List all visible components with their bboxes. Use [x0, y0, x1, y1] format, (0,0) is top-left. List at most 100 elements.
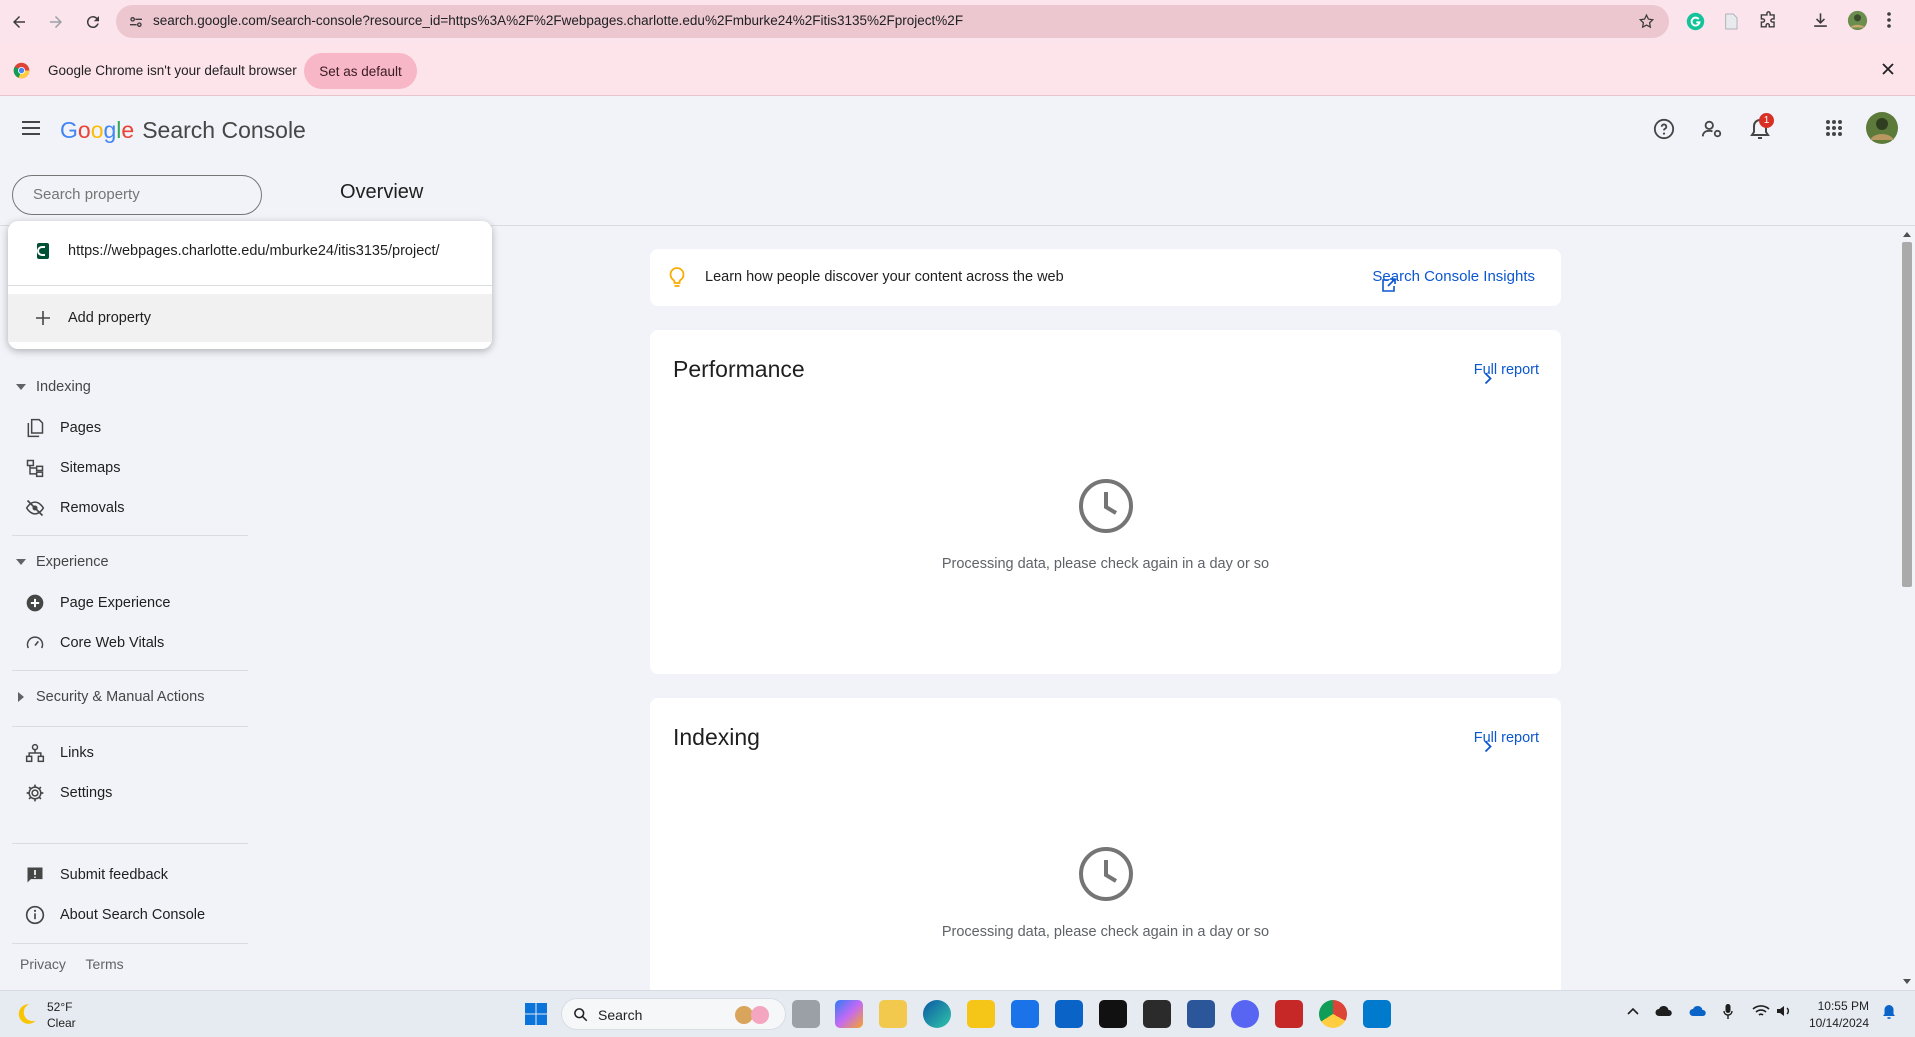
google-apps-grid-icon[interactable] — [1825, 119, 1843, 137]
address-bar[interactable]: search.google.com/search-console?resourc… — [116, 5, 1669, 38]
sidebar-item-page-experience[interactable]: Page Experience — [24, 585, 170, 621]
property-favicon-icon — [36, 243, 50, 259]
document-extension-icon[interactable] — [1722, 12, 1740, 31]
account-avatar[interactable] — [1866, 112, 1898, 144]
pages-icon — [24, 417, 46, 439]
sidebar-divider — [12, 726, 248, 727]
search-property-box[interactable] — [12, 175, 262, 215]
sidebar-item-core-web-vitals[interactable]: Core Web Vitals — [24, 625, 164, 661]
sidebar-section-security[interactable]: Security & Manual Actions — [14, 689, 204, 705]
sidebar-section-experience[interactable]: Experience — [14, 554, 109, 570]
app-lightning-icon[interactable] — [1143, 1000, 1171, 1028]
weather-moon-icon[interactable] — [13, 1001, 39, 1027]
weather-temperature[interactable]: 52°F — [47, 1000, 72, 1014]
amazon-icon[interactable] — [1099, 1000, 1127, 1028]
forward-button[interactable] — [38, 4, 74, 40]
scroll-down-arrow-icon[interactable] — [1903, 979, 1911, 985]
onedrive-sync-icon[interactable] — [1689, 1005, 1707, 1019]
sitemaps-icon — [24, 457, 46, 479]
feedback-icon — [24, 864, 46, 886]
volume-icon[interactable] — [1776, 1004, 1792, 1018]
scroll-thumb[interactable] — [1902, 242, 1912, 587]
insights-banner: Learn how people discover your content a… — [650, 249, 1561, 306]
discord-icon[interactable] — [1231, 1000, 1259, 1028]
infobar-message: Google Chrome isn't your default browser — [48, 63, 297, 78]
performance-processing-message: Processing data, please check again in a… — [941, 556, 1270, 572]
chrome-taskbar-icon[interactable] — [1319, 1000, 1347, 1028]
profile-avatar-icon[interactable] — [1847, 10, 1868, 31]
file-explorer-icon[interactable] — [967, 1000, 995, 1028]
terms-link[interactable]: Terms — [86, 956, 124, 972]
sidebar-item-sitemaps[interactable]: Sitemaps — [24, 450, 120, 486]
links-icon — [24, 742, 46, 764]
sidebar-item-submit-feedback[interactable]: Submit feedback — [24, 857, 168, 893]
close-infobar-icon[interactable] — [1881, 62, 1895, 76]
vscode-icon[interactable] — [1363, 1000, 1391, 1028]
caret-down-icon — [16, 384, 26, 390]
onedrive-cloud-icon[interactable] — [1655, 1005, 1673, 1017]
chrome-menu-icon[interactable] — [1886, 11, 1892, 29]
file-explorer-home-icon[interactable] — [879, 1000, 907, 1028]
caret-down-icon — [16, 559, 26, 565]
lightbulb-icon — [669, 267, 685, 289]
user-settings-icon[interactable] — [1701, 118, 1723, 140]
chevron-right-icon — [1484, 372, 1492, 385]
page-title: Overview — [340, 181, 424, 203]
edge-browser-icon[interactable] — [923, 1000, 951, 1028]
downloads-icon[interactable] — [1811, 11, 1830, 30]
weather-condition[interactable]: Clear — [47, 1016, 76, 1030]
product-name: Search Console — [142, 117, 306, 143]
reload-button[interactable] — [75, 4, 111, 40]
chevron-right-icon — [1484, 740, 1492, 753]
gauge-icon — [24, 632, 46, 654]
task-view-icon[interactable] — [792, 1000, 820, 1028]
taskbar-date[interactable]: 10/14/2024 — [1809, 1016, 1869, 1030]
scroll-up-arrow-icon[interactable] — [1903, 231, 1911, 237]
sidebar-item-pages[interactable]: Pages — [24, 410, 101, 446]
taskbar-time[interactable]: 10:55 PM — [1818, 999, 1869, 1013]
outlook-icon[interactable] — [1055, 1000, 1083, 1028]
sidebar-item-about[interactable]: About Search Console — [24, 897, 205, 933]
search-property-input[interactable] — [33, 186, 243, 203]
app-header: GoogleSearch Console 1 Overview — [0, 97, 1915, 222]
sidebar-divider — [12, 843, 248, 844]
extensions-puzzle-icon[interactable] — [1759, 11, 1778, 30]
google-search-console-logo[interactable]: Google Search Console — [60, 117, 306, 144]
performance-full-report-link[interactable]: Full report — [1474, 362, 1539, 385]
copilot-icon[interactable] — [835, 1000, 863, 1028]
notification-center-bell-icon[interactable] — [1882, 1004, 1896, 1021]
taskbar-search-box[interactable]: Search — [561, 998, 786, 1030]
indexing-full-report-link[interactable]: Full report — [1474, 730, 1539, 753]
wifi-icon[interactable] — [1752, 1004, 1770, 1018]
search-console-insights-link[interactable]: Search Console Insights — [1372, 268, 1535, 292]
voicemeeter-icon[interactable] — [1275, 1000, 1303, 1028]
sidebar-item-removals[interactable]: Removals — [24, 490, 124, 526]
bookmark-star-icon[interactable] — [1638, 13, 1655, 30]
sidebar-section-indexing[interactable]: Indexing — [14, 379, 91, 395]
caret-right-icon — [18, 692, 24, 702]
chrome-logo-icon — [13, 62, 30, 79]
sidebar-item-links[interactable]: Links — [24, 735, 94, 771]
grammarly-extension-icon[interactable] — [1686, 12, 1705, 31]
set-as-default-button[interactable]: Set as default — [304, 53, 417, 89]
indexing-card: Indexing Full report Processing data, pl… — [650, 698, 1561, 998]
indexing-processing-message: Processing data, please check again in a… — [941, 924, 1270, 940]
add-property-label: Add property — [68, 310, 152, 326]
add-property-button[interactable]: Add property — [8, 294, 492, 342]
show-hidden-icons-chevron-icon[interactable] — [1627, 1007, 1639, 1015]
site-info-icon[interactable] — [128, 14, 144, 30]
property-dropdown: https://webpages.charlotte.edu/mburke24/… — [8, 221, 492, 349]
help-icon[interactable] — [1653, 118, 1675, 140]
back-button[interactable] — [1, 4, 37, 40]
windows-start-icon[interactable] — [524, 1002, 548, 1026]
microphone-icon[interactable] — [1723, 1003, 1733, 1020]
page-scrollbar[interactable] — [1898, 228, 1915, 990]
removals-icon — [24, 497, 46, 519]
hamburger-menu-icon[interactable] — [21, 120, 41, 136]
url-text[interactable]: search.google.com/search-console?resourc… — [153, 13, 963, 28]
word-icon[interactable] — [1187, 1000, 1215, 1028]
microsoft-store-icon[interactable] — [1011, 1000, 1039, 1028]
privacy-link[interactable]: Privacy — [20, 956, 66, 972]
property-option[interactable]: https://webpages.charlotte.edu/mburke24/… — [8, 231, 492, 271]
sidebar-item-settings[interactable]: Settings — [24, 775, 112, 811]
